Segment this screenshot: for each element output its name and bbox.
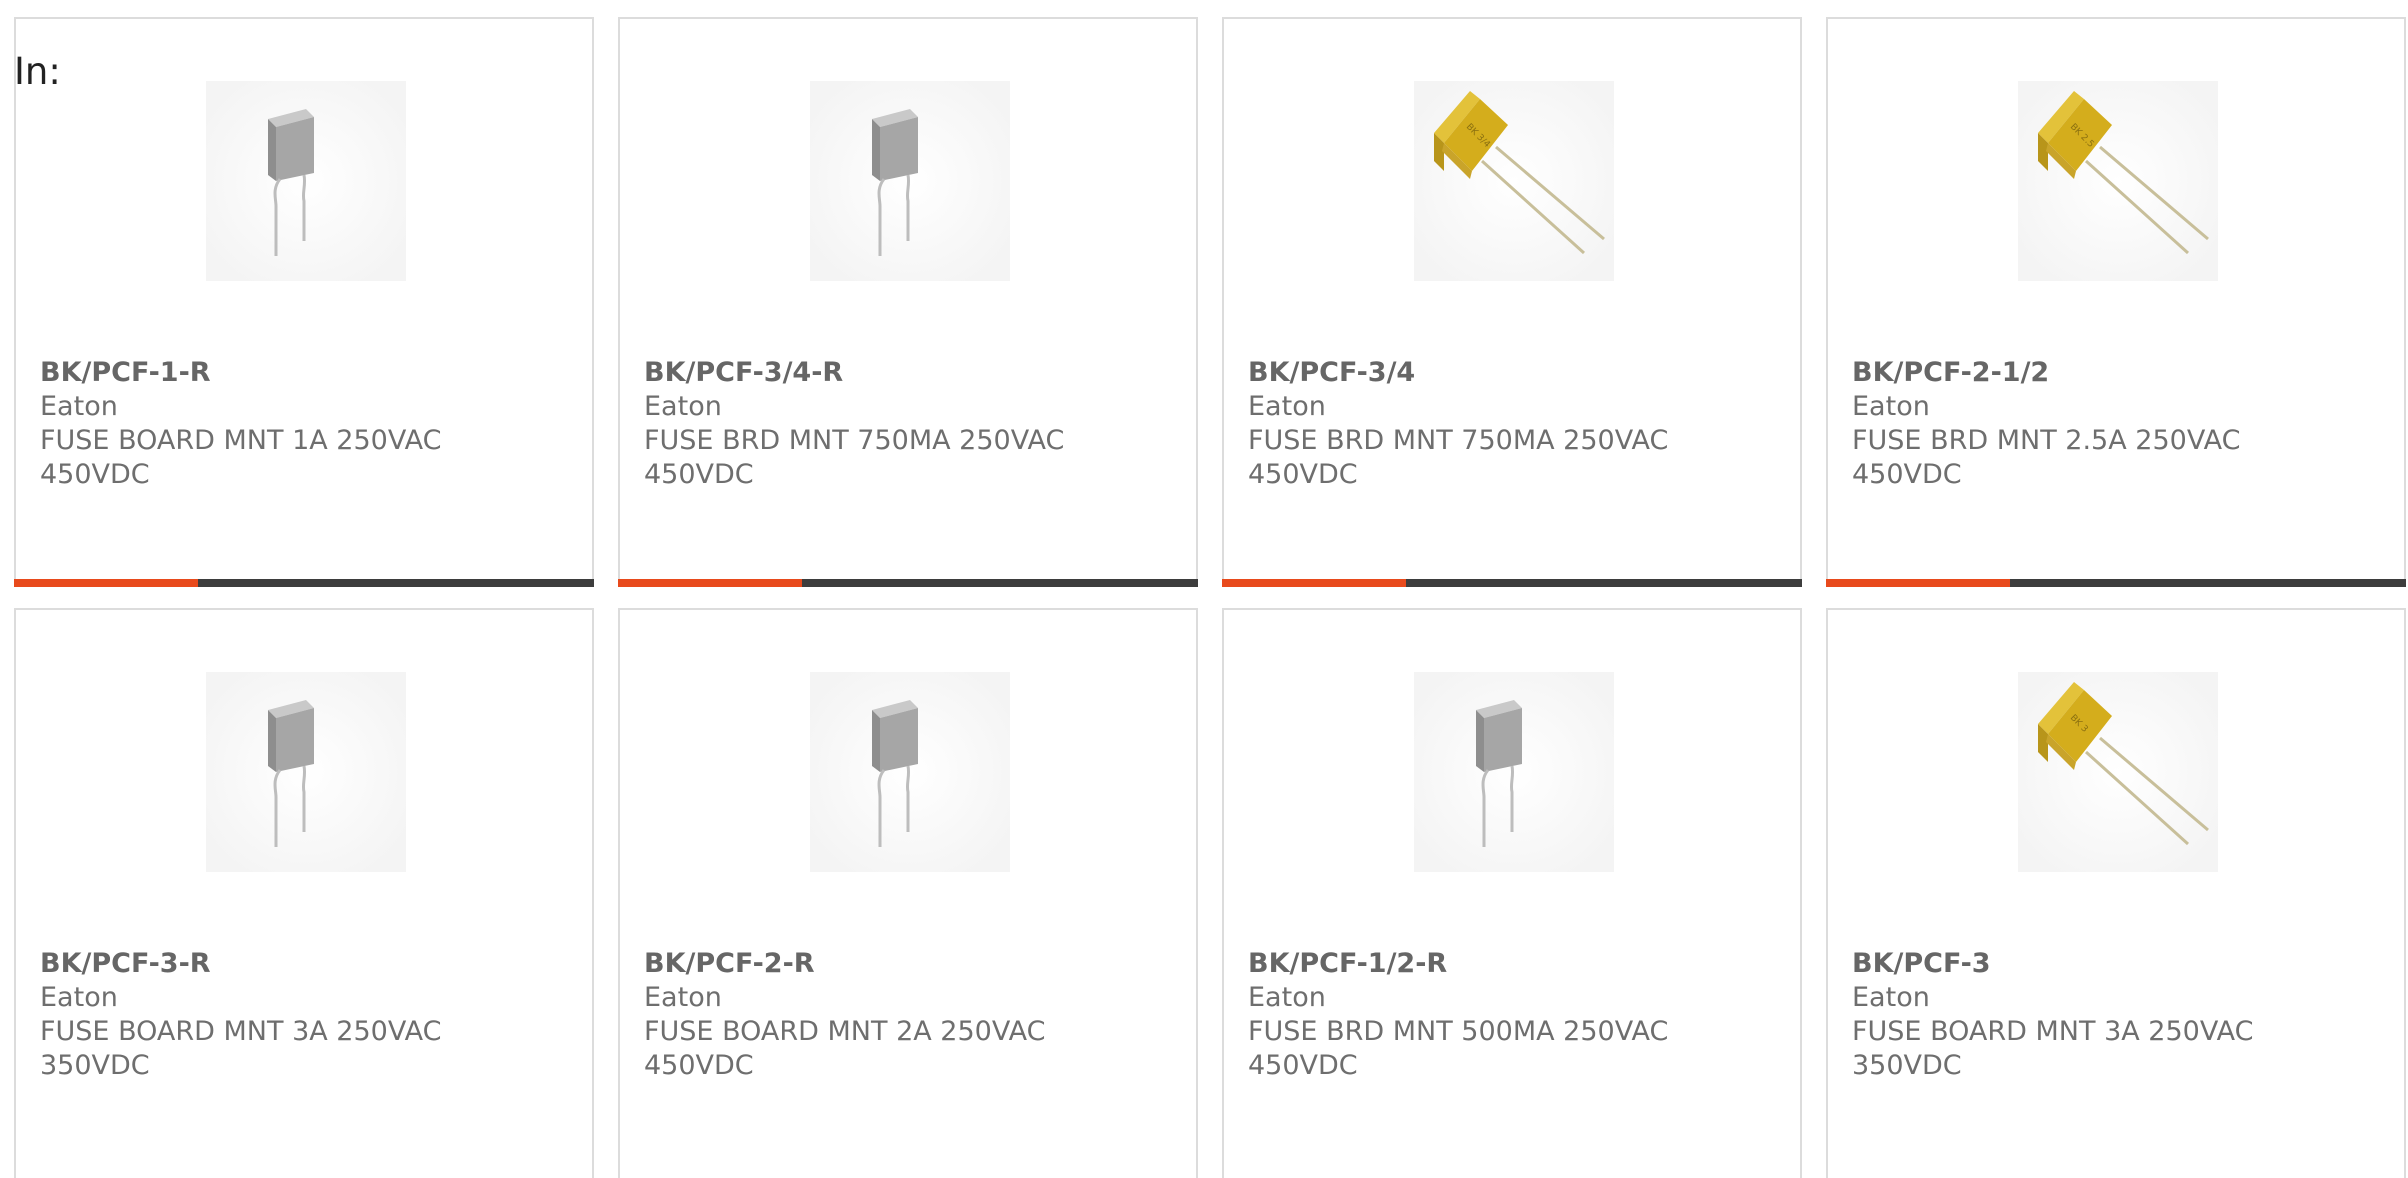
product-card[interactable]: BK/PCF-1/2-R Eaton FUSE BRD MNT 500MA 25… [1222, 608, 1802, 1178]
part-number[interactable]: BK/PCF-3/4 [1248, 356, 1768, 390]
product-card[interactable]: BK/PCF-3/4-R Eaton FUSE BRD MNT 750MA 25… [618, 17, 1198, 587]
description: FUSE BRD MNT 750MA 250VAC [644, 425, 1065, 456]
card-accent [1826, 579, 2010, 587]
product-card[interactable]: BK/PCF-2-R Eaton FUSE BOARD MNT 2A 250VA… [618, 608, 1198, 1178]
description-line-2: 450VDC [1248, 1050, 1358, 1081]
manufacturer: Eaton [40, 982, 118, 1013]
part-number[interactable]: BK/PCF-1/2-R [1248, 947, 1768, 981]
card-bottom-bar [618, 579, 1198, 587]
card-accent [14, 579, 198, 587]
manufacturer: Eaton [1852, 982, 1930, 1013]
product-card[interactable]: BK 3/4 BK/PCF-3/4 Eaton FUSE BRD MNT 750… [1222, 17, 1802, 587]
gray-radial-fuse-icon[interactable] [810, 81, 1010, 281]
description: FUSE BOARD MNT 2A 250VAC [644, 1016, 1046, 1047]
gray-radial-fuse-icon[interactable] [206, 81, 406, 281]
description-line-2: 450VDC [644, 1050, 754, 1081]
gray-radial-fuse-icon[interactable] [810, 672, 1010, 872]
description-line-2: 350VDC [1852, 1050, 1962, 1081]
card-bottom-bar [14, 579, 594, 587]
yellow-radial-fuse-icon[interactable]: BK 2.5 [2018, 81, 2218, 281]
description: FUSE BRD MNT 500MA 250VAC [1248, 1016, 1669, 1047]
description: FUSE BOARD MNT 1A 250VAC [40, 425, 442, 456]
card-bottom-bar [1222, 579, 1802, 587]
card-accent [618, 579, 802, 587]
manufacturer: Eaton [644, 982, 722, 1013]
part-number[interactable]: BK/PCF-2-R [644, 947, 1164, 981]
description-line-2: 450VDC [1248, 459, 1358, 490]
part-number[interactable]: BK/PCF-3/4-R [644, 356, 1164, 390]
description-line-2: 350VDC [40, 1050, 150, 1081]
manufacturer: Eaton [1852, 391, 1930, 422]
product-grid: BK/PCF-1-R Eaton FUSE BOARD MNT 1A 250VA… [14, 17, 2406, 1178]
description: FUSE BOARD MNT 3A 250VAC [40, 1016, 442, 1047]
product-card[interactable]: BK/PCF-3-R Eaton FUSE BOARD MNT 3A 250VA… [14, 608, 594, 1178]
card-bottom-bar [1826, 579, 2406, 587]
description-line-2: 450VDC [644, 459, 754, 490]
manufacturer: Eaton [644, 391, 722, 422]
part-number[interactable]: BK/PCF-1-R [40, 356, 560, 390]
description-line-2: 450VDC [40, 459, 150, 490]
description-line-2: 450VDC [1852, 459, 1962, 490]
yellow-radial-fuse-icon[interactable]: BK 3 [2018, 672, 2218, 872]
part-number[interactable]: BK/PCF-3-R [40, 947, 560, 981]
product-card[interactable]: BK/PCF-1-R Eaton FUSE BOARD MNT 1A 250VA… [14, 17, 594, 587]
manufacturer: Eaton [1248, 391, 1326, 422]
manufacturer: Eaton [1248, 982, 1326, 1013]
in-label: In: [14, 50, 61, 93]
description: FUSE BRD MNT 2.5A 250VAC [1852, 425, 2241, 456]
description: FUSE BRD MNT 750MA 250VAC [1248, 425, 1669, 456]
part-number[interactable]: BK/PCF-2-1/2 [1852, 356, 2372, 390]
gray-radial-fuse-icon[interactable] [206, 672, 406, 872]
gray-radial-fuse-icon[interactable] [1414, 672, 1614, 872]
yellow-radial-fuse-icon[interactable]: BK 3/4 [1414, 81, 1614, 281]
product-card[interactable]: BK 3 BK/PCF-3 Eaton FUSE BOARD MNT 3A 25… [1826, 608, 2406, 1178]
description: FUSE BOARD MNT 3A 250VAC [1852, 1016, 2254, 1047]
manufacturer: Eaton [40, 391, 118, 422]
part-number[interactable]: BK/PCF-3 [1852, 947, 2372, 981]
card-accent [1222, 579, 1406, 587]
product-card[interactable]: BK 2.5 BK/PCF-2-1/2 Eaton FUSE BRD MNT 2… [1826, 17, 2406, 587]
